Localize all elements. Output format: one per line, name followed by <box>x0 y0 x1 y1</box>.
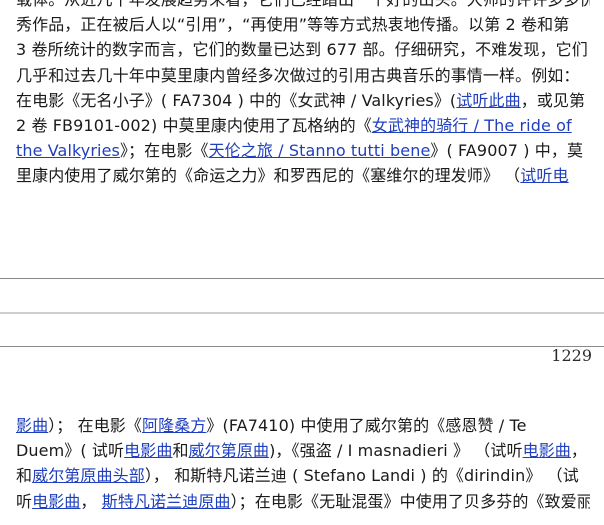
text-line: 2 卷 FB9101-002) 中莫里康内使用了瓦格纳的《女武神的骑行 / Th… <box>16 113 590 138</box>
text-run: ， <box>80 491 102 511</box>
text-run: 在电影《无名小子》( FA7304 ) 中的《女武神 / Valkyries》( <box>16 90 457 110</box>
text-run: )，《强盗 / I masnadieri 》 （试听 <box>269 441 523 461</box>
body-text-top: 载体。从近几十年发展趋势来看，它们已经踏出一个好的出头。大师的许许多多优秀作品，… <box>16 0 590 189</box>
text-run: Duem》( 试听 <box>16 441 125 461</box>
text-line: 里康内使用了威尔第的《命运之力》和罗西尼的《塞维尔的理发师》 （试听电 <box>16 163 590 188</box>
text-run: ）， 和斯特凡诺兰迪 ( Stefano Landi ) 的《dirindin》… <box>144 466 579 486</box>
text-run: ，或见第 <box>520 90 586 110</box>
text-line: 和威尔第原曲头部）， 和斯特凡诺兰迪 ( Stefano Landi ) 的《d… <box>16 463 590 488</box>
text-run: 秀作品，正在被后人以“引用”，“再使用”等等方式热衷地传播。以第 2 卷和第 <box>16 15 570 35</box>
audio-link[interactable]: 试听此曲 <box>456 91 520 110</box>
page-break-line-bottom <box>0 346 604 347</box>
audio-link[interactable]: 电影曲 <box>32 492 80 511</box>
text-run: 载体。从近几十年发展趋势来看，它们已经踏出一个好的出头。大师的许许多多优 <box>16 0 590 9</box>
text-run: 和 <box>16 466 33 486</box>
text-line: Duem》( 试听电影曲和威尔第原曲)，《强盗 / I masnadieri 》… <box>16 438 590 463</box>
text-run: ， <box>570 441 588 461</box>
text-run: 里康内使用了威尔第的《命运之力》和罗西尼的《塞维尔的理发师》 （ <box>16 166 521 186</box>
audio-link[interactable]: 影曲 <box>16 416 48 435</box>
audio-link[interactable]: 女武神的骑行 / The ride of <box>372 116 572 135</box>
text-run: 和 <box>172 441 189 461</box>
text-line: 几乎和过去几十年中莫里康内曾经多次做过的引用古典音乐的事情一样。例如： <box>16 63 590 88</box>
page-top-section: 载体。从近几十年发展趋势来看，它们已经踏出一个好的出头。大师的许许多多优秀作品，… <box>0 0 604 278</box>
page-break-line-middle <box>0 312 604 314</box>
text-line: the Valkyries》；在电影《天伦之旅 / Stanno tutti b… <box>16 138 590 163</box>
audio-link[interactable]: 威尔第原曲头部 <box>32 466 145 485</box>
text-line: 3 卷所统计的数字而言，它们的数量已达到 677 部。仔细研究，不难发现，它们 <box>16 37 590 62</box>
text-run: 听 <box>16 491 33 511</box>
audio-link[interactable]: 试听电 <box>520 166 568 185</box>
text-run: ）；在电影《无耻混蛋》中使用了贝多芬的《致爱丽 <box>230 491 590 511</box>
audio-link[interactable]: 斯特凡诺兰迪原曲 <box>102 492 231 511</box>
text-run: 》( FA9007 ) 中，莫 <box>430 141 584 161</box>
body-text-bottom: 影曲）； 在电影《阿隆桑方》(FA7410) 中使用了威尔第的《感恩赞 / Te… <box>16 413 590 514</box>
audio-link[interactable]: the Valkyries <box>16 141 120 160</box>
text-run: 3 卷所统计的数字而言，它们的数量已达到 677 部。仔细研究，不难发现，它们 <box>16 40 588 60</box>
text-line: 载体。从近几十年发展趋势来看，它们已经踏出一个好的出头。大师的许许多多优 <box>16 0 590 12</box>
text-run: 》(FA7410) 中使用了威尔第的《感恩赞 / Te <box>206 416 527 435</box>
text-line: 在电影《无名小子》( FA7304 ) 中的《女武神 / Valkyries》(… <box>16 88 590 113</box>
text-line: 秀作品，正在被后人以“引用”，“再使用”等等方式热衷地传播。以第 2 卷和第 <box>16 12 590 37</box>
audio-link[interactable]: 天伦之旅 / Stanno tutti bene <box>209 141 431 160</box>
page-number: 1229 <box>551 346 592 365</box>
text-line: 听电影曲， 斯特凡诺兰迪原曲）；在电影《无耻混蛋》中使用了贝多芬的《致爱丽 <box>16 489 590 514</box>
text-run: 2 卷 FB9101-002) 中莫里康内使用了瓦格纳的《 <box>16 116 372 136</box>
page-break-line-top <box>0 278 604 279</box>
text-run: 几乎和过去几十年中莫里康内曾经多次做过的引用古典音乐的事情一样。例如： <box>16 65 580 85</box>
audio-link[interactable]: 电影曲 <box>523 441 571 460</box>
audio-link[interactable]: 电影曲 <box>124 441 172 460</box>
audio-link[interactable]: 阿隆桑方 <box>142 416 206 435</box>
text-run: 》；在电影《 <box>119 141 209 161</box>
audio-link[interactable]: 威尔第原曲 <box>189 441 270 460</box>
text-line: 影曲）； 在电影《阿隆桑方》(FA7410) 中使用了威尔第的《感恩赞 / Te <box>16 413 590 438</box>
text-run: ）； 在电影《 <box>48 416 142 435</box>
